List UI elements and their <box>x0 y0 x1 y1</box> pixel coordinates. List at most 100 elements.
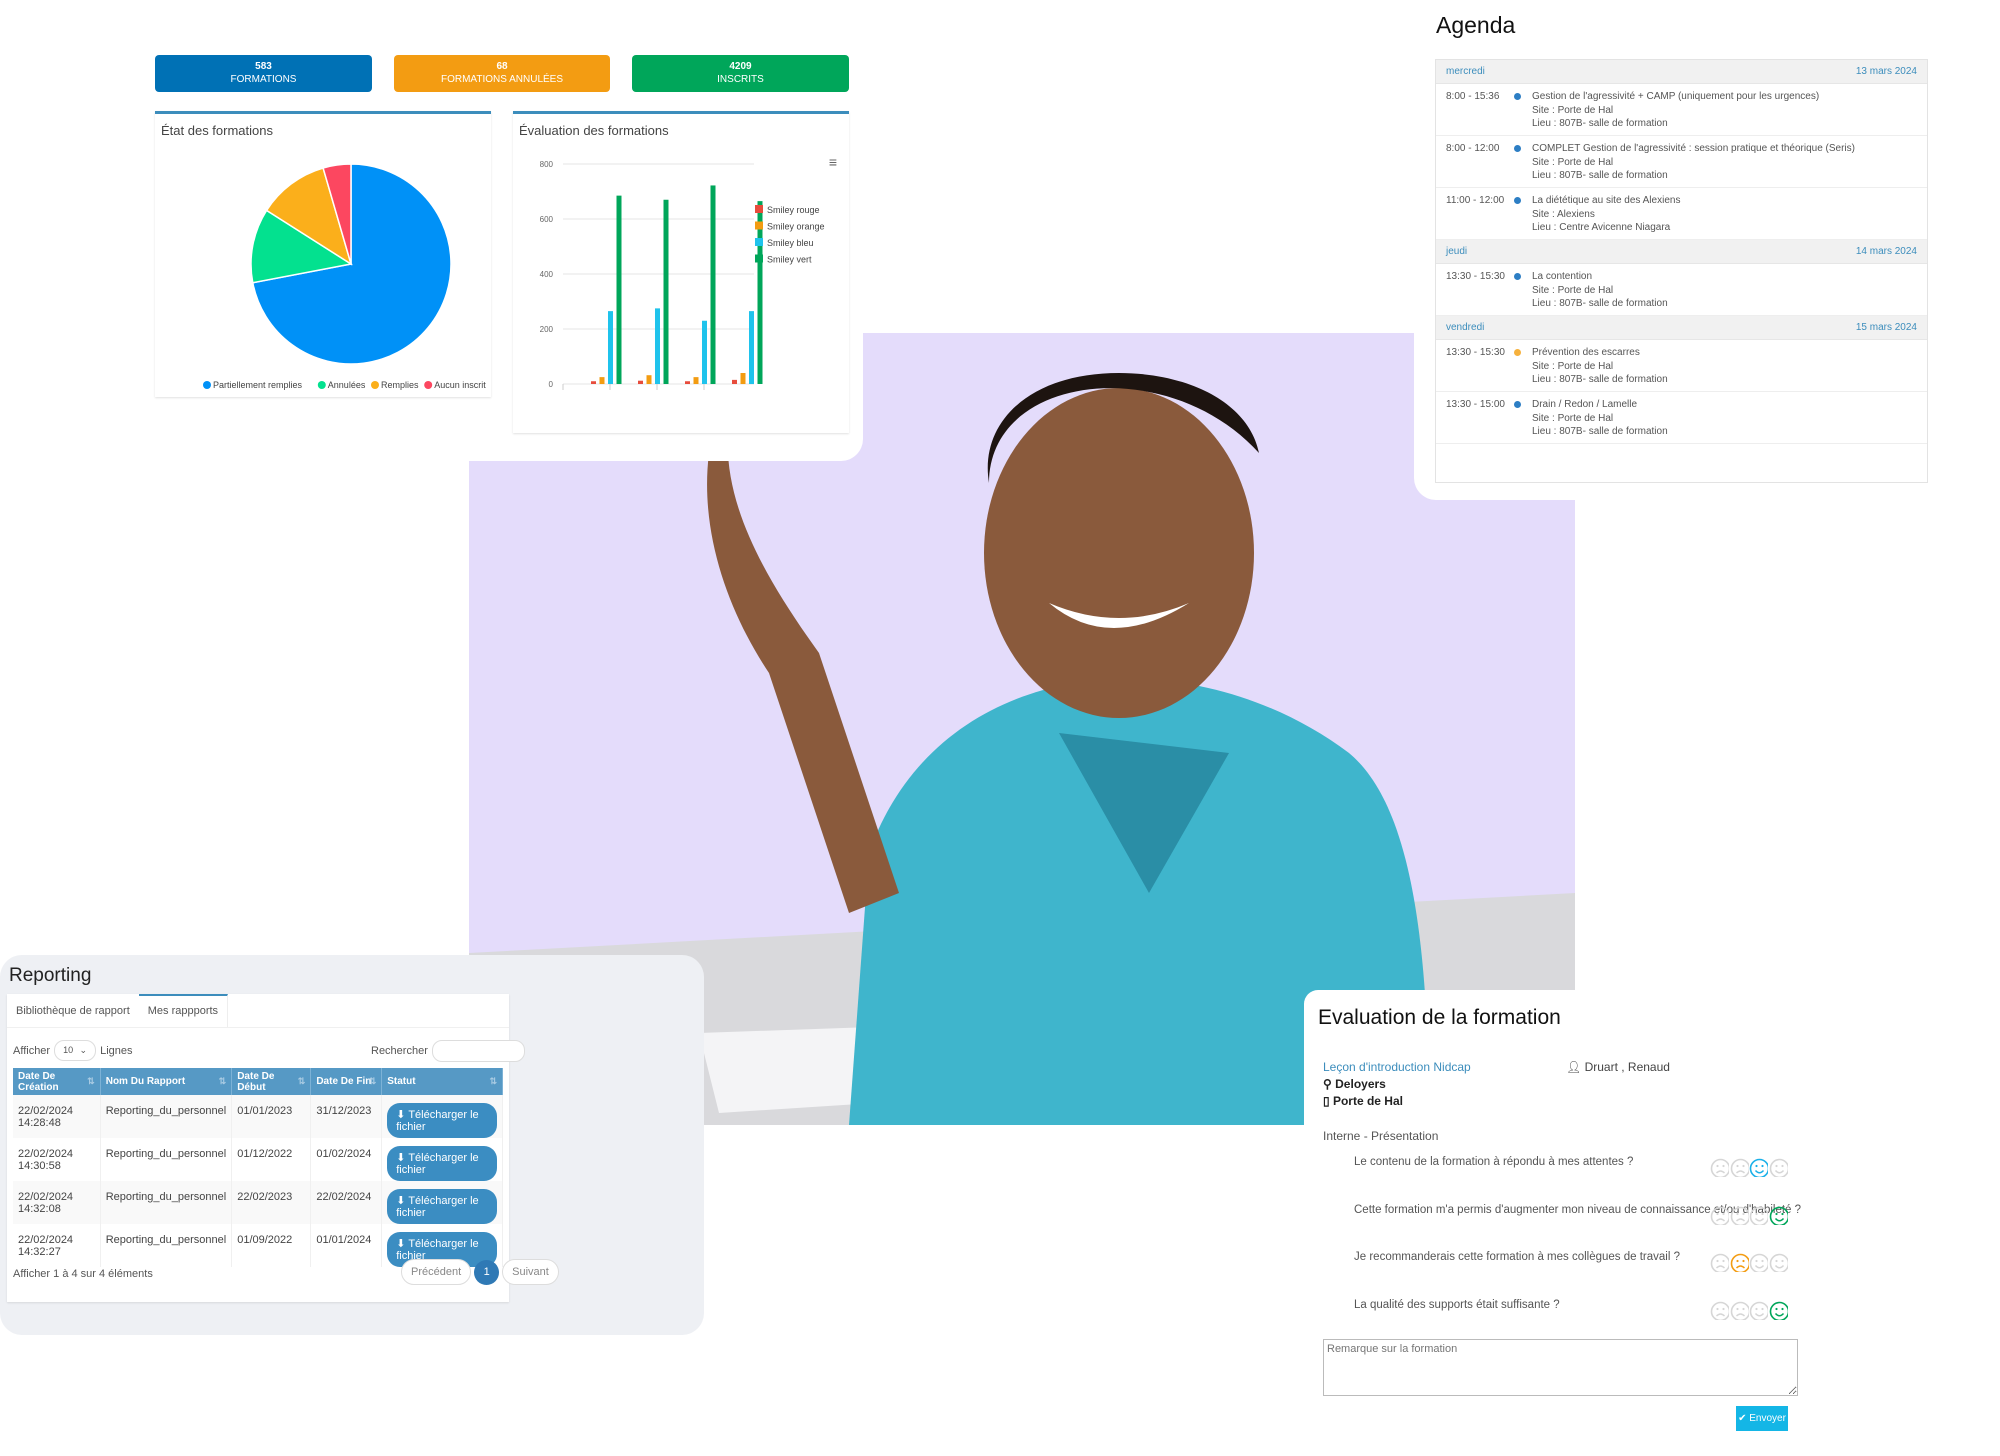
event-lieu: Lieu : 807B- salle de formation <box>1532 426 1668 437</box>
agenda-event[interactable]: 13:30 - 15:30 La contention Site : Porte d… <box>1436 264 1927 316</box>
next-page-button[interactable]: Suivant <box>502 1259 559 1285</box>
bar[interactable] <box>616 195 622 384</box>
legend-label[interactable]: Smiley orange <box>767 222 825 232</box>
page-size-select[interactable]: 10 ⌄ <box>54 1040 97 1061</box>
bar[interactable] <box>749 311 754 384</box>
bar[interactable] <box>693 377 699 384</box>
sort-icon[interactable]: ⇅ <box>298 1076 306 1087</box>
table-info: Afficher 1 à 4 sur 4 éléments <box>13 1268 153 1280</box>
column-label: Date De Début <box>237 1070 275 1093</box>
prev-page-button[interactable]: Précédent <box>401 1259 472 1285</box>
download-label: Télécharger le fichier <box>396 1152 479 1176</box>
smile-face-icon[interactable] <box>1769 1301 1788 1320</box>
download-button[interactable]: ⬇ Télécharger le fichier <box>387 1146 497 1181</box>
legend-label[interactable]: Smiley vert <box>767 255 812 265</box>
bar[interactable] <box>732 379 737 384</box>
smile-face-icon[interactable] <box>1769 1253 1788 1272</box>
question-text: Le contenu de la formation à répondu à m… <box>1354 1156 1634 1168</box>
legend-marker <box>755 221 763 230</box>
legend-label[interactable]: Remplies <box>381 380 419 390</box>
kpi-label: FORMATIONS <box>230 74 297 85</box>
sad-face-icon[interactable] <box>1710 1206 1729 1225</box>
sad-face-icon[interactable] <box>1730 1253 1749 1272</box>
remark-textarea[interactable] <box>1323 1339 1798 1396</box>
event-site: Site : Porte de Hal <box>1532 104 1614 116</box>
column-header[interactable]: Statut ⇅ <box>381 1068 503 1095</box>
bar[interactable] <box>710 185 716 384</box>
legend-label[interactable]: Aucun inscrit <box>434 380 486 390</box>
table-cell: 01/09/2022 <box>231 1224 312 1267</box>
lines-label: Lignes <box>100 1044 133 1057</box>
day-date: 13 mars 2024 <box>1855 66 1917 77</box>
day-name: jeudi <box>1446 246 1468 257</box>
sad-face-icon[interactable] <box>1710 1158 1729 1177</box>
event-time: 13:30 - 15:30 <box>1446 271 1505 282</box>
column-header[interactable]: Date De Fin ⇅ <box>310 1068 383 1095</box>
legend-label[interactable]: Smiley rouge <box>767 205 820 215</box>
agenda-title: Agenda <box>1436 12 1516 38</box>
legend-label[interactable]: Annulées <box>328 380 366 390</box>
table-cell: 01/01/2024 <box>310 1224 383 1267</box>
smile-face-icon[interactable] <box>1749 1206 1768 1225</box>
bar[interactable] <box>740 373 746 384</box>
sort-icon[interactable]: ⇅ <box>87 1076 95 1087</box>
event-time: 8:00 - 15:36 <box>1446 91 1500 102</box>
sad-face-icon[interactable] <box>1730 1301 1749 1320</box>
event-site: Site : Porte de Hal <box>1532 284 1614 296</box>
building-icon: ▯ <box>1323 1094 1330 1108</box>
agenda-event[interactable]: 11:00 - 12:00 La diététique au site des A… <box>1436 188 1927 240</box>
sad-face-icon[interactable] <box>1730 1158 1749 1177</box>
sort-icon[interactable]: ⇅ <box>489 1076 497 1087</box>
sad-face-icon[interactable] <box>1710 1253 1729 1272</box>
column-header[interactable]: Nom Du Rapport ⇅ <box>100 1068 233 1095</box>
column-label: Date De Création <box>18 1070 59 1093</box>
table-cell: 22/02/2024 14:28:48 <box>13 1095 101 1138</box>
search-input[interactable] <box>431 1040 525 1062</box>
day-date: 15 mars 2024 <box>1855 322 1917 333</box>
bar[interactable] <box>599 377 605 384</box>
column-header[interactable]: Date De Début ⇅ <box>231 1068 312 1095</box>
agenda-event[interactable]: 13:30 - 15:30 Prévention des escarres Site… <box>1436 340 1927 392</box>
smile-face-icon[interactable] <box>1769 1206 1788 1225</box>
submit-button[interactable]: ✔ Envoyer <box>1736 1406 1788 1431</box>
agenda-day-header: jeudi 14 mars 2024 <box>1436 240 1927 264</box>
download-button[interactable]: ⬇ Télécharger le fichier <box>387 1103 497 1138</box>
bar[interactable] <box>663 199 669 384</box>
bar[interactable] <box>608 311 613 384</box>
agenda-event[interactable]: 8:00 - 15:36 Gestion de l'agressivité + C… <box>1436 84 1927 136</box>
table-cell: 01/02/2024 <box>310 1138 383 1181</box>
download-button[interactable]: ⬇ Télécharger le fichier <box>387 1189 497 1224</box>
smile-face-icon[interactable] <box>1749 1158 1768 1177</box>
sad-face-icon[interactable] <box>1710 1301 1729 1320</box>
sort-icon[interactable]: ⇅ <box>369 1076 377 1087</box>
legend-label[interactable]: Smiley bleu <box>767 238 814 248</box>
bar[interactable] <box>646 375 652 384</box>
table-cell: 22/02/2024 14:32:27 <box>13 1224 101 1267</box>
table-cell: 22/02/2024 14:32:08 <box>13 1181 101 1224</box>
smile-face-icon[interactable] <box>1769 1158 1788 1177</box>
bar[interactable] <box>702 320 707 384</box>
event-time: 13:30 - 15:30 <box>1446 347 1505 358</box>
tab-bibliotheque[interactable]: Bibliothèque de rapport <box>7 994 139 1027</box>
agenda-event[interactable]: 13:30 - 15:00 Drain / Redon / Lamelle Site… <box>1436 392 1927 444</box>
kpi-value: 583 <box>255 61 272 72</box>
legend-label[interactable]: Partiellement remplies <box>213 380 303 390</box>
tab-mes-rapports[interactable]: Mes rappports <box>138 994 229 1027</box>
bar[interactable] <box>655 308 660 384</box>
sort-icon[interactable]: ⇅ <box>219 1076 227 1087</box>
column-header[interactable]: Date De Création ⇅ <box>13 1068 101 1095</box>
event-title: COMPLET Gestion de l'agressivité : sessi… <box>1532 143 1855 154</box>
user-icon: 👤︎ <box>1566 1060 1582 1074</box>
course-link[interactable]: Leçon d'introduction Nidcap <box>1323 1060 1471 1074</box>
bar[interactable] <box>685 381 690 384</box>
bar[interactable] <box>591 381 596 384</box>
smile-face-icon[interactable] <box>1749 1253 1768 1272</box>
trainer-name: Druart , Renaud <box>1584 1060 1670 1074</box>
bar[interactable] <box>638 380 643 384</box>
agenda-event[interactable]: 8:00 - 12:00 COMPLET Gestion de l'agressi… <box>1436 136 1927 188</box>
sad-face-icon[interactable] <box>1730 1206 1749 1225</box>
table-row: 22/02/2024 14:30:58 Reporting_du_personne… <box>13 1138 503 1181</box>
table-cell: 22/02/2023 <box>231 1181 312 1224</box>
smile-face-icon[interactable] <box>1749 1301 1768 1320</box>
page-1-button[interactable]: 1 <box>474 1259 500 1285</box>
